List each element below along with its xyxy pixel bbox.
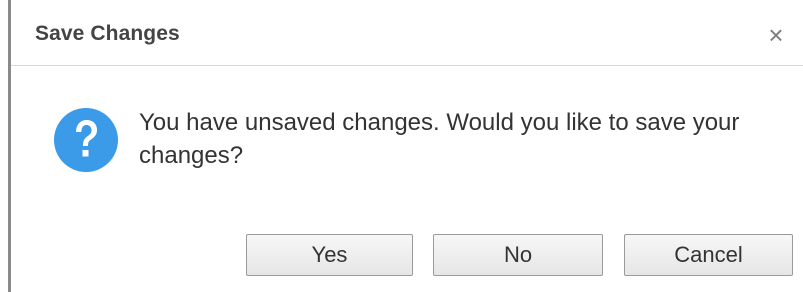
dialog-message: You have unsaved changes. Would you like… xyxy=(139,109,740,169)
no-button[interactable]: No xyxy=(433,234,603,276)
close-icon[interactable]: × xyxy=(763,22,789,48)
question-icon xyxy=(54,108,118,172)
dialog-title-bar: Save Changes × xyxy=(11,0,803,66)
yes-button[interactable]: Yes xyxy=(246,234,413,276)
save-changes-dialog: Save Changes × You have unsaved changes.… xyxy=(0,0,803,292)
cancel-button[interactable]: Cancel xyxy=(624,234,793,276)
dialog-title: Save Changes xyxy=(35,22,180,45)
